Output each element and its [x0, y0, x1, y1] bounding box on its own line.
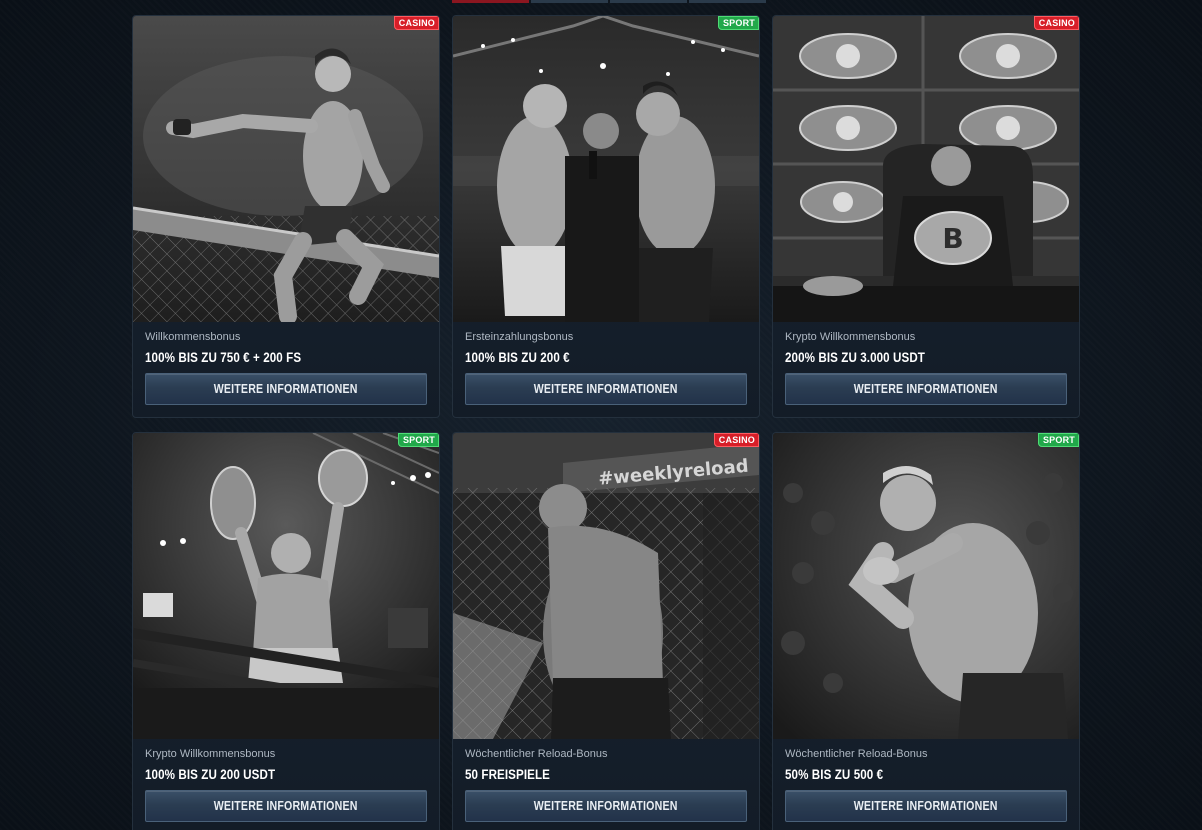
fighter-guard-stance-photo [773, 433, 1079, 739]
casino-badge: CASINO [1033, 16, 1079, 30]
bonus-card-weekly-reload-casino[interactable]: CASINO #weeklyreload Wöchentlicher Reloa… [452, 432, 760, 830]
fighter-in-cage-weeklyreload-photo: #weeklyreload [453, 433, 759, 739]
tab-indicator[interactable] [689, 0, 766, 3]
fighter-with-crypto-belts-photo: B [773, 16, 1079, 322]
more-info-button[interactable]: WEITERE INFORMATIONEN [145, 373, 427, 405]
bonus-card-crypto-welcome-sport[interactable]: SPORT Krypto Willkommensbonus 100% BIS Z… [132, 432, 440, 830]
bonus-value: 50 FREISPIELE [465, 767, 551, 782]
bonus-card-weekly-reload-sport[interactable]: SPORT Wöchentlicher Reload-Bonus 50% BIS… [772, 432, 1080, 830]
more-info-button[interactable]: WEITERE INFORMATIONEN [785, 790, 1067, 822]
bonus-type-label: Krypto Willkommensbonus [145, 748, 276, 760]
bonus-type-label: Wöchentlicher Reload-Bonus [785, 748, 928, 760]
sport-badge: SPORT [1037, 433, 1079, 447]
more-info-button[interactable]: WEITERE INFORMATIONEN [145, 790, 427, 822]
sport-badge: SPORT [397, 433, 439, 447]
more-info-button[interactable]: WEITERE INFORMATIONEN [785, 373, 1067, 405]
bonus-type-label: Krypto Willkommensbonus [785, 331, 916, 343]
svg-text:B: B [942, 222, 963, 255]
bonus-value: 200% BIS ZU 3.000 USDT [785, 350, 925, 365]
bonus-value: 100% BIS ZU 750 € + 200 FS [145, 350, 302, 365]
bonus-card-welcome-casino[interactable]: CASINO Willkommensbonus 100% BIS ZU 750 … [132, 15, 440, 418]
tab-indicator-active[interactable] [452, 0, 529, 3]
tab-indicator[interactable] [531, 0, 608, 3]
tab-indicator[interactable] [610, 0, 687, 3]
top-tab-strip [452, 0, 766, 3]
more-info-button[interactable]: WEITERE INFORMATIONEN [465, 373, 747, 405]
bonus-card-crypto-welcome-casino[interactable]: CASINO B Krypto Willkommensbonus 200% BI… [772, 15, 1080, 418]
bonus-value: 100% BIS ZU 200 USDT [145, 767, 276, 782]
more-info-button[interactable]: WEITERE INFORMATIONEN [465, 790, 747, 822]
bonus-card-grid: CASINO Willkommensbonus 100% BIS ZU 750 … [132, 15, 1080, 830]
bonus-type-label: Willkommensbonus [145, 331, 241, 343]
bonus-value: 50% BIS ZU 500 € [785, 767, 884, 782]
fighter-holding-two-belts-photo [133, 433, 439, 739]
sport-badge: SPORT [717, 16, 759, 30]
bonus-value: 100% BIS ZU 200 € [465, 350, 570, 365]
bonus-type-label: Ersteinzahlungsbonus [465, 331, 574, 343]
fighter-celebrating-on-cage-photo [133, 16, 439, 322]
bonus-type-label: Wöchentlicher Reload-Bonus [465, 748, 608, 760]
casino-badge: CASINO [713, 433, 759, 447]
fighters-faceoff-with-referee-photo [453, 16, 759, 322]
bonus-card-first-deposit-sport[interactable]: SPORT Ersteinzahlungsbonus 100% BIS ZU 2… [452, 15, 760, 418]
casino-badge: CASINO [393, 16, 439, 30]
